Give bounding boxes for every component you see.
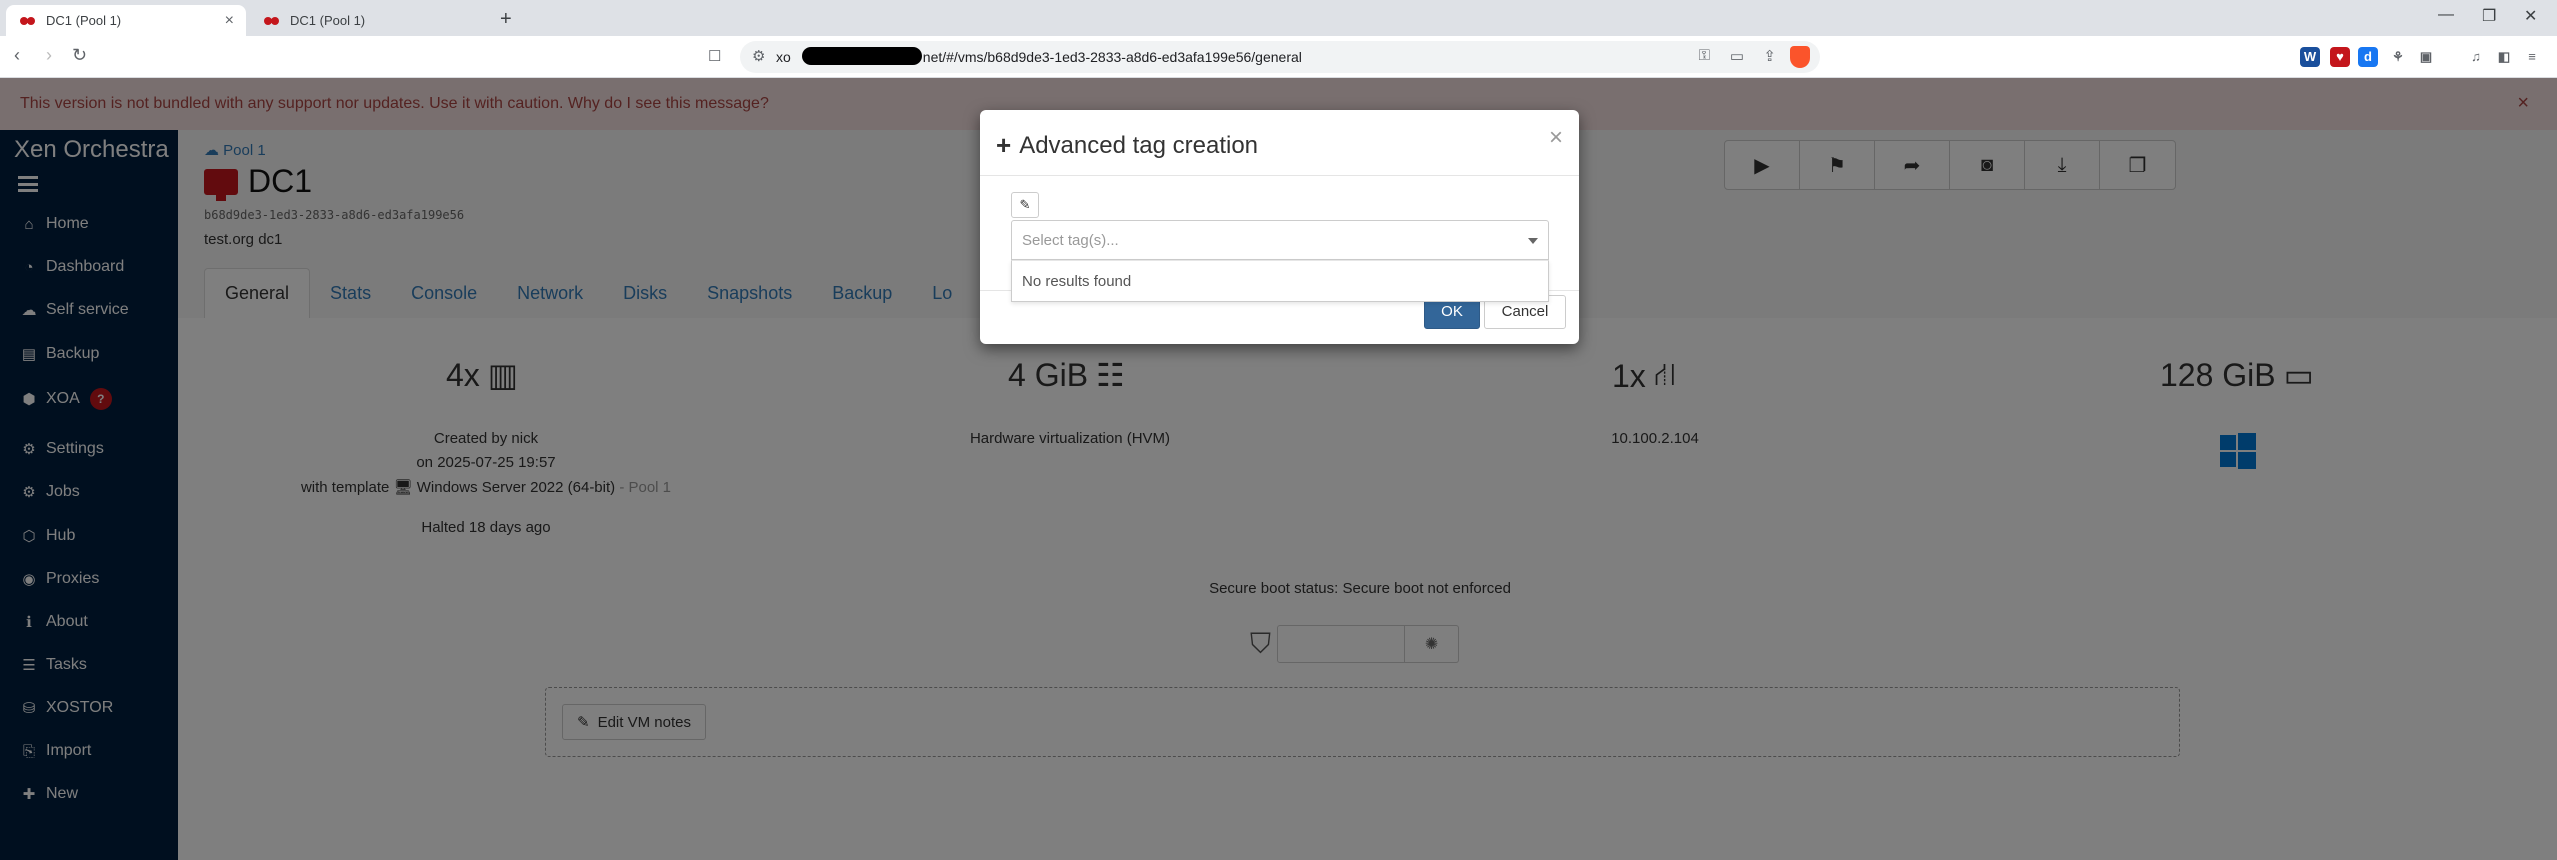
plus-icon: +: [996, 130, 1012, 160]
share-icon[interactable]: ⇪: [1763, 47, 1776, 65]
forward-icon[interactable]: ›: [46, 45, 52, 66]
extensions-puzzle-icon[interactable]: ⚘: [2388, 47, 2408, 67]
browser-menu-icon[interactable]: ≡: [2522, 47, 2542, 67]
caret-up-icon[interactable]: [1528, 238, 1538, 244]
redacted-hostname: [802, 47, 922, 65]
window-close-icon[interactable]: ✕: [2524, 6, 2537, 26]
advanced-tag-creation-modal: + Advanced tag creation × ✎ Select tag(s…: [980, 110, 1579, 344]
password-key-icon[interactable]: ⚿: [1699, 47, 1710, 64]
edit-tag-button[interactable]: ✎: [1011, 192, 1039, 218]
install-app-icon[interactable]: ▭: [1730, 47, 1744, 65]
tag-select-dropdown: No results found: [1011, 260, 1549, 302]
browser-toolbar: ‹ › ↻ ☐ ⚙ xo net/#/vms/b68d9de3-1ed3-2833…: [0, 36, 2557, 78]
tab-title: DC1 (Pool 1): [46, 13, 122, 28]
restore-icon[interactable]: ❐: [2482, 6, 2496, 26]
extension-icon[interactable]: W: [2300, 47, 2320, 67]
browser-tab-active[interactable]: DC1 (Pool 1) ×: [6, 5, 246, 36]
back-icon[interactable]: ‹: [14, 45, 20, 66]
tab-close-icon[interactable]: ×: [225, 12, 234, 30]
extension-shield-icon[interactable]: ♥: [2330, 47, 2350, 67]
tab-title: DC1 (Pool 1): [290, 13, 366, 28]
wallet-icon[interactable]: ▣: [2416, 47, 2436, 67]
bookmark-icon[interactable]: ☐: [708, 47, 721, 65]
media-icon[interactable]: ♫: [2466, 47, 2486, 67]
browser-tabbar: DC1 (Pool 1) × DC1 (Pool 1) + — ❐ ✕: [0, 0, 2557, 36]
sidebar-toggle-icon[interactable]: ◧: [2494, 47, 2514, 67]
xo-favicon-icon: [264, 15, 280, 27]
modal-close-icon[interactable]: ×: [1549, 124, 1563, 152]
address-bar[interactable]: ⚙ xo net/#/vms/b68d9de3-1ed3-2833-a8d6-ed…: [740, 41, 1820, 73]
pencil-icon: ✎: [1019, 197, 1031, 212]
site-settings-icon[interactable]: ⚙: [752, 47, 765, 65]
no-results-text: No results found: [1022, 273, 1132, 290]
reload-icon[interactable]: ↻: [72, 45, 87, 66]
browser-tab[interactable]: DC1 (Pool 1): [250, 5, 490, 36]
modal-title: + Advanced tag creation: [996, 130, 1259, 160]
tag-select[interactable]: Select tag(s)...: [1011, 220, 1549, 260]
extension-d-icon[interactable]: d: [2358, 47, 2378, 67]
tag-select-placeholder: Select tag(s)...: [1022, 232, 1119, 249]
minimize-icon[interactable]: —: [2438, 6, 2454, 24]
xo-favicon-icon: [20, 15, 36, 27]
modal-header: + Advanced tag creation ×: [980, 110, 1579, 176]
brave-shield-icon[interactable]: [1790, 46, 1810, 68]
new-tab-plus-icon[interactable]: +: [500, 8, 512, 31]
